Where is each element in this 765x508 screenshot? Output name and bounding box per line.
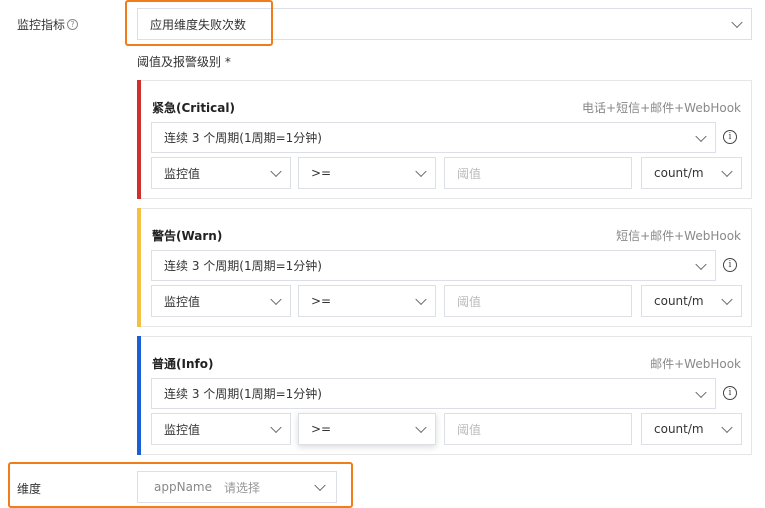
threshold-input[interactable]: 阈值 bbox=[444, 157, 632, 189]
chevron-down-icon bbox=[270, 293, 282, 306]
period-select[interactable]: 连续 3 个周期(1周期=1分钟) bbox=[151, 378, 716, 409]
threshold-input[interactable]: 阈值 bbox=[444, 413, 632, 445]
operator-select[interactable]: >= bbox=[298, 157, 436, 189]
chevron-down-icon bbox=[731, 16, 743, 29]
field-select[interactable]: 监控值 bbox=[151, 157, 291, 189]
chevron-down-icon bbox=[721, 165, 733, 178]
level-panel-critical: 紧急(Critical) 电话+短信+邮件+WebHook 连续 3 个周期(1… bbox=[137, 80, 752, 199]
dimension-placeholder: 请选择 bbox=[224, 480, 261, 495]
field-value: 监控值 bbox=[164, 166, 201, 181]
unit-select[interactable]: count/m bbox=[641, 413, 742, 445]
chevron-down-icon bbox=[415, 165, 427, 178]
period-value: 连续 3 个周期(1周期=1分钟) bbox=[164, 259, 322, 273]
level-color-bar bbox=[137, 80, 141, 199]
unit-value: count/m bbox=[654, 166, 704, 180]
level-title: 紧急(Critical) bbox=[152, 101, 235, 115]
chevron-down-icon bbox=[721, 421, 733, 434]
info-icon[interactable]: i bbox=[723, 130, 737, 144]
operator-value: >= bbox=[311, 294, 332, 308]
info-icon[interactable]: i bbox=[723, 386, 737, 400]
level-color-bar bbox=[137, 336, 141, 455]
level-notify-channels: 邮件+WebHook bbox=[650, 357, 741, 371]
unit-value: count/m bbox=[654, 422, 704, 436]
chevron-down-icon bbox=[695, 130, 707, 142]
threshold-input[interactable]: 阈值 bbox=[444, 285, 632, 317]
chevron-down-icon bbox=[415, 293, 427, 306]
metric-label: 监控指标 ? bbox=[17, 16, 79, 33]
dimension-key: appName bbox=[154, 480, 212, 494]
period-value: 连续 3 个周期(1周期=1分钟) bbox=[164, 387, 322, 401]
operator-value: >= bbox=[311, 422, 332, 436]
level-notify-channels: 电话+短信+邮件+WebHook bbox=[582, 101, 741, 115]
period-select[interactable]: 连续 3 个周期(1周期=1分钟) bbox=[151, 122, 716, 153]
threshold-section-label: 阈值及报警级别 * bbox=[137, 55, 231, 69]
metric-select[interactable]: 应用维度失败次数 bbox=[137, 8, 752, 40]
chevron-down-icon bbox=[415, 421, 427, 434]
metric-select-value: 应用维度失败次数 bbox=[150, 17, 247, 32]
dimension-select[interactable]: appName 请选择 bbox=[137, 471, 337, 503]
unit-select[interactable]: count/m bbox=[641, 157, 742, 189]
level-title: 普通(Info) bbox=[152, 357, 214, 371]
unit-select[interactable]: count/m bbox=[641, 285, 742, 317]
threshold-placeholder: 阈值 bbox=[457, 422, 482, 437]
period-value: 连续 3 个周期(1周期=1分钟) bbox=[164, 131, 322, 145]
chevron-down-icon bbox=[314, 479, 326, 492]
dimension-label: 维度 bbox=[17, 482, 42, 496]
chevron-down-icon bbox=[695, 386, 707, 398]
field-value: 监控值 bbox=[164, 294, 201, 309]
chevron-down-icon bbox=[270, 421, 282, 434]
threshold-placeholder: 阈值 bbox=[457, 294, 482, 309]
level-panel-info: 普通(Info) 邮件+WebHook 连续 3 个周期(1周期=1分钟) i … bbox=[137, 336, 752, 455]
field-value: 监控值 bbox=[164, 422, 201, 437]
chevron-down-icon bbox=[721, 293, 733, 306]
metric-label-text: 监控指标 bbox=[17, 18, 66, 32]
info-icon[interactable]: i bbox=[723, 258, 737, 272]
threshold-placeholder: 阈值 bbox=[457, 166, 482, 181]
level-notify-channels: 短信+邮件+WebHook bbox=[616, 229, 741, 243]
level-color-bar bbox=[137, 208, 141, 327]
unit-value: count/m bbox=[654, 294, 704, 308]
field-select[interactable]: 监控值 bbox=[151, 285, 291, 317]
level-panel-warn: 警告(Warn) 短信+邮件+WebHook 连续 3 个周期(1周期=1分钟)… bbox=[137, 208, 752, 327]
chevron-down-icon bbox=[695, 258, 707, 270]
period-select[interactable]: 连续 3 个周期(1周期=1分钟) bbox=[151, 250, 716, 281]
operator-select[interactable]: >= bbox=[298, 285, 436, 317]
operator-select[interactable]: >= bbox=[298, 413, 436, 445]
question-circle-icon[interactable]: ? bbox=[67, 19, 79, 30]
chevron-down-icon bbox=[270, 165, 282, 178]
operator-value: >= bbox=[311, 166, 332, 180]
field-select[interactable]: 监控值 bbox=[151, 413, 291, 445]
level-title: 警告(Warn) bbox=[152, 229, 223, 243]
